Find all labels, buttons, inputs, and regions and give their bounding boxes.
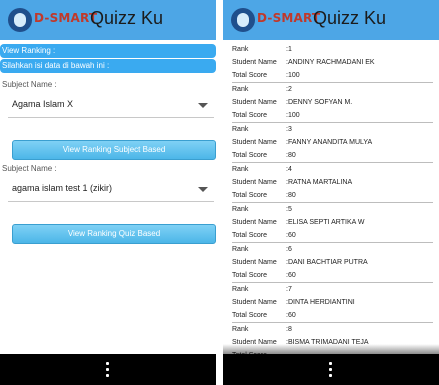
caret-down-icon <box>198 187 208 192</box>
ranking-key: Rank <box>232 126 249 133</box>
ranking-key: Total Score <box>232 312 268 319</box>
instruction-banner: Silahkan isi data di bawah ini : <box>0 59 216 73</box>
ranking-divider <box>232 82 433 83</box>
caret-down-icon <box>198 103 208 108</box>
ranking-key: Total Score <box>232 232 268 239</box>
ranking-row-rank: Rank :3 <box>223 124 433 137</box>
ranking-value: :FANNY ANANDITA MULYA <box>286 139 373 146</box>
ranking-key: Total Score <box>232 192 268 199</box>
ranking-key: Rank <box>232 166 249 173</box>
ranking-key: Rank <box>232 246 249 253</box>
ranking-divider <box>232 202 433 203</box>
ranking-key: Rank <box>232 326 249 333</box>
overflow-menu-icon[interactable] <box>106 362 110 377</box>
ranking-list[interactable]: Rank :1 Student Name :ANDINY RACHMADANI EK T… <box>223 44 439 354</box>
subject-select-2[interactable]: agama islam test 1 (zikir) <box>8 176 214 202</box>
app-title: Quizz Ku <box>313 8 387 28</box>
ranking-row-name: Student Name :ELISA SEPTI ARTIKA W <box>223 217 433 230</box>
ranking-value: :DENNY SOFYAN M. <box>286 99 353 106</box>
ranking-value: :1 <box>286 46 292 53</box>
ranking-key: Total Score <box>232 272 268 279</box>
ranking-key: Total Score <box>232 72 268 79</box>
ranking-value: :7 <box>286 286 292 293</box>
view-ranking-banner: View Ranking : <box>0 44 216 58</box>
ranking-value: :5 <box>286 206 292 213</box>
ranking-value: :60 <box>286 312 296 319</box>
ranking-value: :100 <box>286 72 300 79</box>
app-title: Quizz Ku <box>90 8 164 28</box>
ranking-value: :RATNA MARTALINA <box>286 179 353 186</box>
ranking-value: :DANI BACHTIAR PUTRA <box>286 259 368 266</box>
ranking-row-rank: Rank :6 <box>223 244 433 257</box>
ranking-value: :8 <box>286 326 292 333</box>
view-ranking-quiz-button[interactable]: View Ranking Quiz Based <box>12 224 216 244</box>
ranking-row-rank: Rank :8 <box>223 324 433 337</box>
ranking-key: Rank <box>232 206 249 213</box>
ranking-divider <box>232 242 433 243</box>
ranking-row-name: Student Name :RATNA MARTALINA <box>223 177 433 190</box>
app-logo: D-SMART <box>8 8 97 32</box>
owl-logo-icon <box>8 8 32 32</box>
ranking-divider <box>232 162 433 163</box>
ranking-row-name: Student Name :DINTA HERDIANTINI <box>223 297 433 310</box>
ranking-value: :3 <box>286 126 292 133</box>
subject-select-2-value: agama islam test 1 (zikir) <box>12 183 113 193</box>
ranking-row-rank: Rank :7 <box>223 284 433 297</box>
app-logo: D-SMART <box>231 8 320 32</box>
ranking-list-screen: D-SMART Quizz Ku Rank :1 Student Name :ANDI… <box>223 0 439 385</box>
app-bar: D-SMART Quizz Ku <box>0 0 216 40</box>
ranking-key: Student Name <box>232 179 277 186</box>
ranking-key: Total Score <box>232 152 268 159</box>
app-bar: D-SMART Quizz Ku <box>223 0 439 40</box>
ranking-row-rank: Rank :1 <box>223 44 433 57</box>
ranking-value: :ANDINY RACHMADANI EK <box>286 59 375 66</box>
owl-logo-icon <box>231 8 255 32</box>
overflow-menu-icon[interactable] <box>329 362 333 377</box>
ranking-divider <box>232 282 433 283</box>
ranking-row-name: Student Name :ANDINY RACHMADANI EK <box>223 57 433 70</box>
ranking-key: Student Name <box>232 99 277 106</box>
ranking-value: :DINTA HERDIANTINI <box>286 299 355 306</box>
ranking-value: :60 <box>286 232 296 239</box>
ranking-key: Rank <box>232 286 249 293</box>
ranking-row-name: Student Name :DANI BACHTIAR PUTRA <box>223 257 433 270</box>
ranking-value: :ELISA SEPTI ARTIKA W <box>286 219 365 226</box>
ranking-key: Student Name <box>232 259 277 266</box>
logo-text: D-SMART <box>257 11 321 25</box>
ranking-value: :80 <box>286 192 296 199</box>
ranking-row-rank: Rank :4 <box>223 164 433 177</box>
logo-text: D-SMART <box>34 11 98 25</box>
ranking-key: Student Name <box>232 299 277 306</box>
ranking-value: :6 <box>286 246 292 253</box>
ranking-key: Rank <box>232 46 249 53</box>
ranking-value: :100 <box>286 112 300 119</box>
nav-bar <box>0 354 216 385</box>
ranking-divider <box>232 322 433 323</box>
subject-label-1: Subject Name : <box>2 80 57 89</box>
subject-select-1[interactable]: Agama Islam X <box>8 92 214 118</box>
ranking-key: Student Name <box>232 59 277 66</box>
ranking-value: :60 <box>286 272 296 279</box>
view-ranking-subject-button[interactable]: View Ranking Subject Based <box>12 140 216 160</box>
scroll-fade <box>223 344 439 354</box>
ranking-value: :80 <box>286 152 296 159</box>
ranking-row-rank: Rank :5 <box>223 204 433 217</box>
ranking-key: Rank <box>232 86 249 93</box>
ranking-row-name: Student Name :FANNY ANANDITA MULYA <box>223 137 433 150</box>
ranking-value: :4 <box>286 166 292 173</box>
ranking-row-rank: Rank :2 <box>223 84 433 97</box>
ranking-divider <box>232 122 433 123</box>
subject-label-2: Subject Name : <box>2 164 57 173</box>
ranking-form-screen: D-SMART Quizz Ku View Ranking : Silahkan… <box>0 0 216 385</box>
nav-bar <box>223 354 439 385</box>
ranking-row-name: Student Name :DENNY SOFYAN M. <box>223 97 433 110</box>
ranking-key: Total Score <box>232 112 268 119</box>
ranking-value: :2 <box>286 86 292 93</box>
subject-select-1-value: Agama Islam X <box>12 99 74 109</box>
ranking-key: Student Name <box>232 219 277 226</box>
ranking-key: Student Name <box>232 139 277 146</box>
